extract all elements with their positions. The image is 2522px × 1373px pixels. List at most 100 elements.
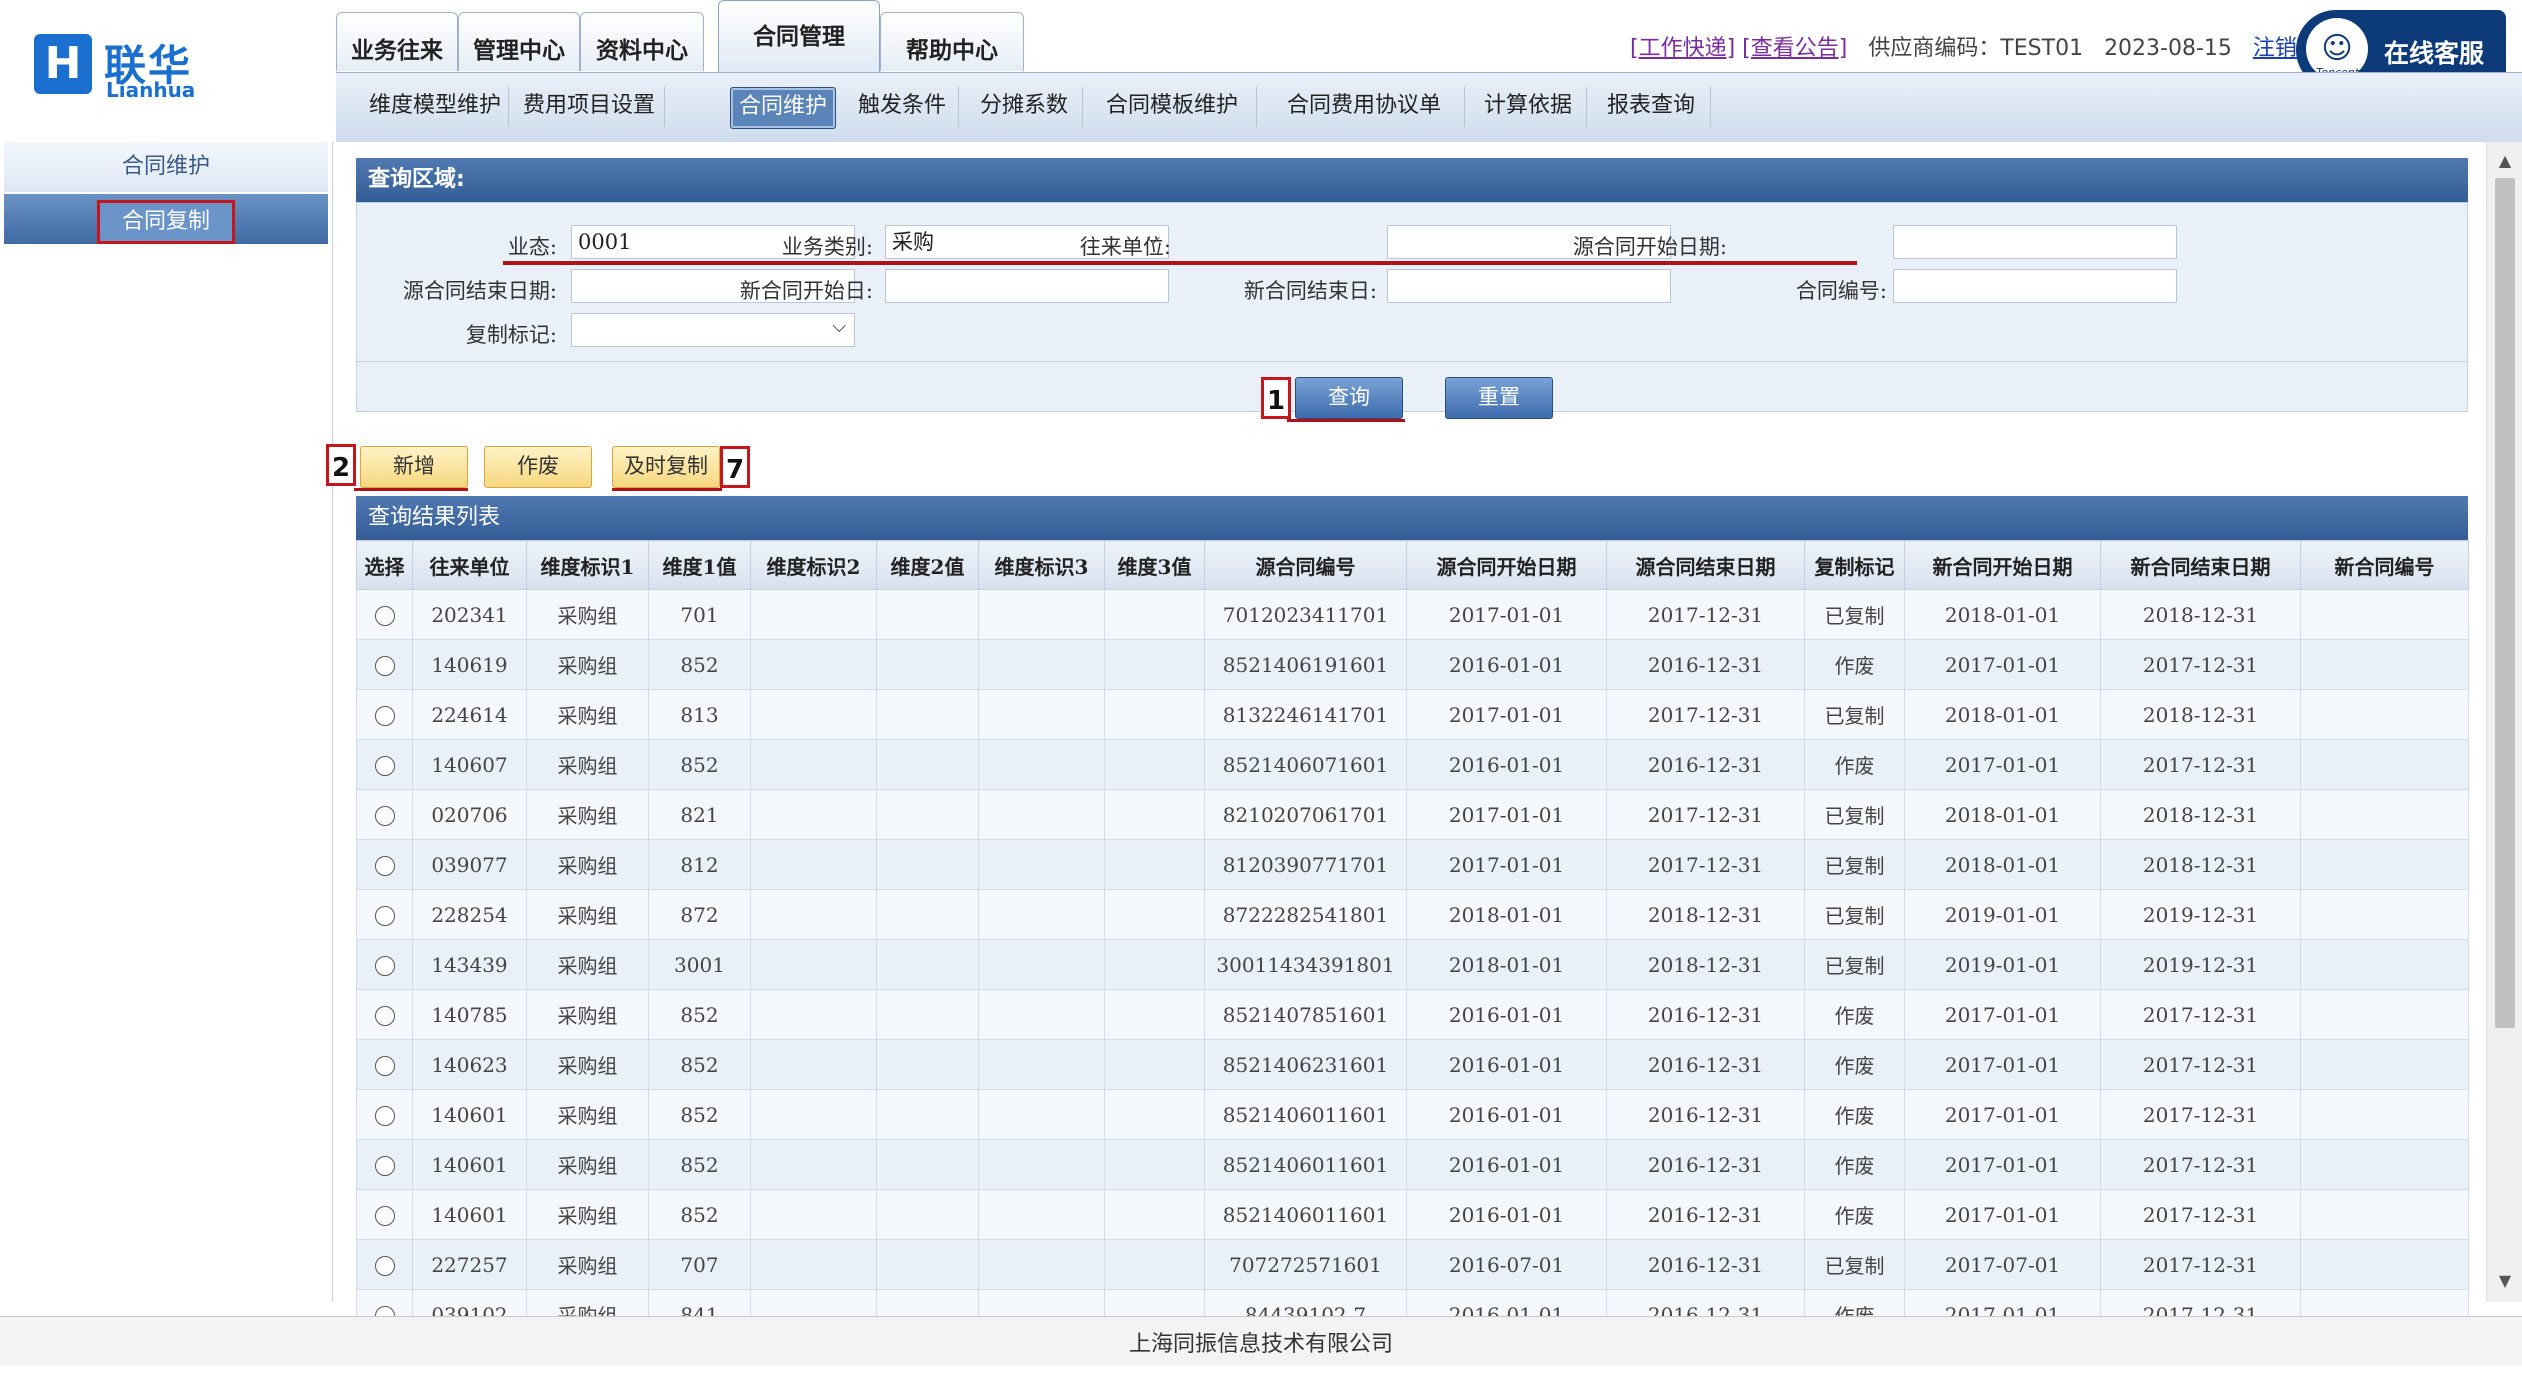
copy-flag-select[interactable]: ⌵ bbox=[571, 313, 855, 347]
footer-company: 上海同振信息技术有限公司 bbox=[0, 1316, 2522, 1365]
subnav-contract-maintenance[interactable]: 合同维护 bbox=[730, 87, 836, 129]
row-select-cell[interactable] bbox=[356, 589, 413, 640]
table-cell: 已复制 bbox=[1804, 939, 1905, 990]
col-dim3-value[interactable]: 维度3值 bbox=[1104, 540, 1205, 590]
table-row[interactable]: 140623 采购组 852 8521406231601 2016-01-01 2016-… bbox=[356, 1039, 2469, 1090]
search-button[interactable]: 查询 bbox=[1295, 377, 1403, 419]
col-partner[interactable]: 往来单位 bbox=[412, 540, 527, 590]
copy-now-button[interactable]: 及时复制 bbox=[612, 446, 720, 488]
subnav-trigger-conditions[interactable]: 触发条件 bbox=[846, 87, 959, 127]
scrollbar-thumb[interactable] bbox=[2495, 178, 2515, 1028]
row-radio[interactable] bbox=[374, 956, 395, 976]
row-radio[interactable] bbox=[374, 1156, 395, 1176]
row-radio[interactable] bbox=[374, 1206, 395, 1226]
tab-help[interactable]: 帮助中心 bbox=[880, 12, 1024, 71]
row-select-cell[interactable] bbox=[356, 789, 413, 840]
col-dim2-value[interactable]: 维度2值 bbox=[876, 540, 979, 590]
add-button[interactable]: 新增 bbox=[360, 446, 468, 488]
row-select-cell[interactable] bbox=[356, 1039, 413, 1090]
tab-resources[interactable]: 资料中心 bbox=[580, 12, 704, 71]
subnav-allocation-coefficient[interactable]: 分摊系数 bbox=[966, 87, 1083, 127]
step-marker-7: 7 bbox=[720, 446, 750, 488]
subnav-report-query[interactable]: 报表查询 bbox=[1592, 87, 1711, 127]
col-src-end-date[interactable]: 源合同结束日期 bbox=[1606, 540, 1805, 590]
col-dim1-id[interactable]: 维度标识1 bbox=[526, 540, 649, 590]
row-radio[interactable] bbox=[374, 1056, 395, 1076]
table-row[interactable]: 140601 采购组 852 8521406011601 2016-01-01 2016-… bbox=[356, 1189, 2469, 1240]
table-row[interactable]: 227257 采购组 707 707272571601 2016-07-01 2016-1… bbox=[356, 1239, 2469, 1290]
table-row[interactable]: 140601 采购组 852 8521406011601 2016-01-01 2016-… bbox=[356, 1139, 2469, 1190]
sidebar-item-contract-copy[interactable]: 合同复制 bbox=[4, 194, 328, 244]
row-select-cell[interactable] bbox=[356, 689, 413, 740]
row-radio[interactable] bbox=[374, 806, 395, 826]
new-start-date-input[interactable] bbox=[885, 269, 1169, 303]
col-new-contract-no[interactable]: 新合同编号 bbox=[2300, 540, 2469, 590]
new-end-date-input[interactable] bbox=[1387, 269, 1671, 303]
subnav-dimension-model[interactable]: 维度模型维护 bbox=[362, 87, 509, 127]
sidebar-item-contract-maintenance[interactable]: 合同维护 bbox=[4, 142, 328, 192]
table-row[interactable]: 039077 采购组 812 8120390771701 2017-01-01 2017-… bbox=[356, 839, 2469, 890]
table-cell bbox=[978, 1089, 1105, 1140]
row-radio[interactable] bbox=[374, 706, 395, 726]
row-select-cell[interactable] bbox=[356, 739, 413, 790]
row-select-cell[interactable] bbox=[356, 1189, 413, 1240]
row-radio[interactable] bbox=[374, 906, 395, 926]
col-dim2-id[interactable]: 维度标识2 bbox=[750, 540, 877, 590]
row-select-cell[interactable] bbox=[356, 1239, 413, 1290]
subnav-fee-agreement[interactable]: 合同费用协议单 bbox=[1264, 87, 1465, 127]
logout-link[interactable]: 注销 bbox=[2253, 36, 2297, 61]
row-select-cell[interactable] bbox=[356, 1089, 413, 1140]
contract-no-label: 合同编号: bbox=[1795, 279, 1887, 303]
row-select-cell[interactable] bbox=[356, 989, 413, 1040]
table-row[interactable]: 020706 采购组 821 8210207061701 2017-01-01 2017-… bbox=[356, 789, 2469, 840]
subnav-fee-items[interactable]: 费用项目设置 bbox=[514, 87, 665, 127]
contract-no-input[interactable] bbox=[1893, 269, 2177, 303]
row-radio[interactable] bbox=[374, 606, 395, 626]
table-cell bbox=[750, 939, 877, 990]
subnav-contract-template[interactable]: 合同模板维护 bbox=[1088, 87, 1257, 127]
table-row[interactable]: 224614 采购组 813 8132246141701 2017-01-01 2017-… bbox=[356, 689, 2469, 740]
row-radio[interactable] bbox=[374, 656, 395, 676]
src-start-date-input[interactable] bbox=[1893, 225, 2177, 259]
view-notice-link[interactable]: [查看公告] bbox=[1742, 36, 1847, 61]
row-select-cell[interactable] bbox=[356, 839, 413, 890]
table-row[interactable]: 202341 采购组 701 7012023411701 2017-01-01 2017-… bbox=[356, 589, 2469, 640]
table-row[interactable]: 140619 采购组 852 8521406191601 2016-01-01 2016-… bbox=[356, 639, 2469, 690]
logo-mark: H bbox=[34, 34, 92, 94]
tab-contract-management[interactable]: 合同管理 bbox=[718, 0, 880, 73]
table-cell: 2017-12-31 bbox=[2100, 1039, 2301, 1090]
row-radio[interactable] bbox=[374, 1106, 395, 1126]
table-cell: 140785 bbox=[412, 989, 527, 1040]
vertical-scrollbar[interactable]: ▲ ▼ bbox=[2486, 142, 2522, 1302]
tab-business[interactable]: 业务往来 bbox=[336, 12, 458, 71]
arrow-up-icon[interactable]: ▲ bbox=[2487, 146, 2522, 176]
row-select-cell[interactable] bbox=[356, 639, 413, 690]
col-new-end-date[interactable]: 新合同结束日期 bbox=[2100, 540, 2301, 590]
col-copy-flag[interactable]: 复制标记 bbox=[1804, 540, 1905, 590]
row-radio[interactable] bbox=[374, 1256, 395, 1276]
row-radio[interactable] bbox=[374, 1006, 395, 1026]
tab-management[interactable]: 管理中心 bbox=[458, 12, 580, 71]
table-row[interactable]: 140785 采购组 852 8521407851601 2016-01-01 2016-… bbox=[356, 989, 2469, 1040]
col-src-start-date[interactable]: 源合同开始日期 bbox=[1406, 540, 1607, 590]
table-row[interactable]: 140601 采购组 852 8521406011601 2016-01-01 2016-… bbox=[356, 1089, 2469, 1140]
row-select-cell[interactable] bbox=[356, 1139, 413, 1190]
row-radio[interactable] bbox=[374, 856, 395, 876]
col-src-contract-no[interactable]: 源合同编号 bbox=[1204, 540, 1407, 590]
row-radio[interactable] bbox=[374, 756, 395, 776]
col-new-start-date[interactable]: 新合同开始日期 bbox=[1904, 540, 2101, 590]
col-dim3-id[interactable]: 维度标识3 bbox=[978, 540, 1105, 590]
reset-button[interactable]: 重置 bbox=[1445, 377, 1553, 419]
void-button[interactable]: 作废 bbox=[484, 446, 592, 488]
col-dim1-value[interactable]: 维度1值 bbox=[648, 540, 751, 590]
subnav-calculation-basis[interactable]: 计算依据 bbox=[1470, 87, 1587, 127]
table-cell: 采购组 bbox=[526, 1139, 649, 1190]
row-select-cell[interactable] bbox=[356, 939, 413, 990]
arrow-down-icon[interactable]: ▼ bbox=[2487, 1266, 2522, 1296]
table-row[interactable]: 228254 采购组 872 8722282541801 2018-01-01 2018-… bbox=[356, 889, 2469, 940]
table-row[interactable]: 143439 采购组 3001 30011434391801 2018-01-01 201… bbox=[356, 939, 2469, 990]
work-express-link[interactable]: [工作快递] bbox=[1630, 36, 1735, 61]
row-select-cell[interactable] bbox=[356, 889, 413, 940]
query-area-header: 查询区域: bbox=[356, 158, 2468, 202]
table-row[interactable]: 140607 采购组 852 8521406071601 2016-01-01 2016-… bbox=[356, 739, 2469, 790]
